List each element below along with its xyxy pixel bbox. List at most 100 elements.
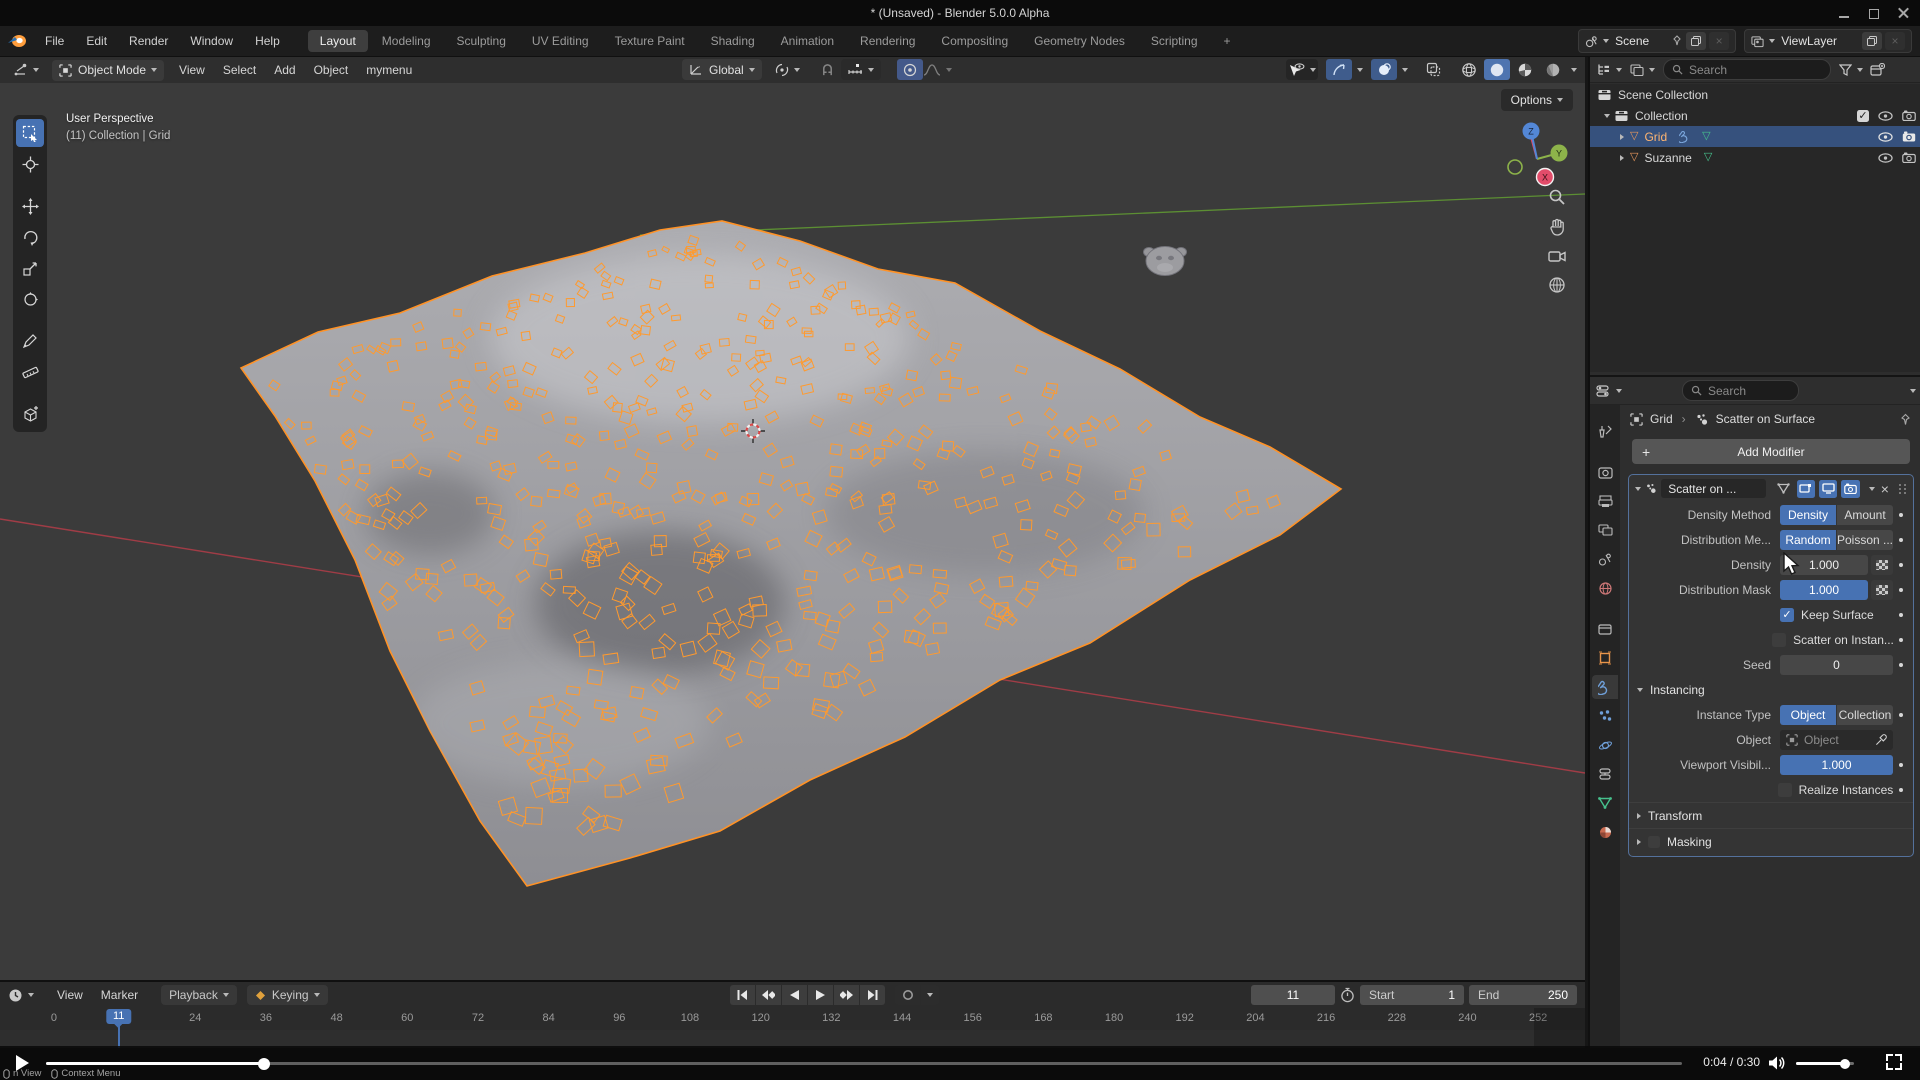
outliner-filter-dropdown[interactable] xyxy=(1839,64,1863,76)
playback-dropdown[interactable]: Playback xyxy=(161,985,237,1005)
player-play-button[interactable] xyxy=(16,1055,29,1071)
frame-end-field[interactable]: End 250 xyxy=(1469,985,1577,1005)
masking-checkbox[interactable]: ✓ xyxy=(1648,836,1660,848)
timeline-ruler[interactable]: 0243648607284961081201321441561681801922… xyxy=(0,1008,1585,1031)
timeline-menu-view[interactable]: View xyxy=(48,988,92,1002)
gizmos-toggle[interactable] xyxy=(1326,59,1352,80)
player-volume-knob[interactable] xyxy=(1840,1059,1850,1069)
menu-edit[interactable]: Edit xyxy=(75,30,118,52)
player-seek-knob[interactable] xyxy=(258,1058,270,1070)
workspace-tab-shading[interactable]: Shading xyxy=(699,30,767,52)
workspace-tab-geometry-nodes[interactable]: Geometry Nodes xyxy=(1022,30,1137,52)
player-volume-slider[interactable] xyxy=(1796,1062,1854,1065)
density-texture-button[interactable] xyxy=(1871,555,1893,575)
menu-window[interactable]: Window xyxy=(179,30,244,52)
viewport-visibility-slider[interactable]: 1.000 xyxy=(1780,755,1893,775)
workspace-tab-texture-paint[interactable]: Texture Paint xyxy=(603,30,697,52)
tab-collection[interactable] xyxy=(1592,617,1618,641)
collection-exclude-checkbox[interactable]: ✓ xyxy=(1857,110,1869,122)
menu-render[interactable]: Render xyxy=(118,30,179,52)
tool-measure[interactable] xyxy=(16,358,44,386)
breadcrumb-object[interactable]: Grid xyxy=(1650,412,1673,426)
outliner-search-input[interactable]: Search xyxy=(1663,59,1831,80)
disable-render-camera-icon[interactable] xyxy=(1902,152,1916,163)
tab-constraints[interactable] xyxy=(1592,762,1618,786)
play-button[interactable] xyxy=(808,985,833,1005)
editor-type-button[interactable] xyxy=(6,60,46,81)
play-reverse-button[interactable] xyxy=(782,985,807,1005)
menu-file[interactable]: File xyxy=(34,30,75,52)
current-frame-field[interactable]: 11 xyxy=(1251,985,1335,1005)
workspace-tab-sculpting[interactable]: Sculpting xyxy=(445,30,518,52)
auto-keying-toggle[interactable] xyxy=(895,985,920,1005)
pin-icon[interactable] xyxy=(1899,413,1912,426)
volume-icon[interactable] xyxy=(1768,1055,1786,1071)
animate-dot[interactable] xyxy=(1893,513,1909,517)
transform-section-header[interactable]: Transform xyxy=(1629,802,1913,828)
tool-cursor[interactable] xyxy=(16,150,44,178)
workspace-tab-scripting[interactable]: Scripting xyxy=(1139,30,1210,52)
animate-dot[interactable] xyxy=(1893,663,1909,667)
pivot-point-dropdown[interactable] xyxy=(768,59,807,80)
snap-toggle[interactable] xyxy=(815,59,841,80)
overlays-toggle[interactable] xyxy=(1371,59,1397,80)
instancing-section-header[interactable]: Instancing xyxy=(1629,677,1913,702)
tool-annotate[interactable] xyxy=(16,327,44,355)
maximize-button[interactable] xyxy=(1868,7,1880,19)
stopwatch-icon[interactable] xyxy=(1340,987,1355,1003)
modifier-realtime-toggle[interactable] xyxy=(1819,480,1837,498)
auto-keying-dropdown[interactable] xyxy=(921,985,939,1005)
add-modifier-button[interactable]: + Add Modifier xyxy=(1632,439,1910,464)
close-button[interactable] xyxy=(1898,7,1910,19)
tool-add-cube[interactable] xyxy=(16,400,44,428)
expand-arrow-icon[interactable] xyxy=(1620,134,1624,140)
seed-value-field[interactable]: 0 xyxy=(1780,655,1893,675)
player-seek-bar[interactable] xyxy=(46,1062,1682,1065)
add-workspace-button[interactable]: + xyxy=(1212,30,1243,52)
snap-target-dropdown[interactable] xyxy=(841,59,881,80)
outliner-display-mode-dropdown[interactable] xyxy=(1630,63,1655,77)
breadcrumb-modifier[interactable]: Scatter on Surface xyxy=(1716,412,1815,426)
selectability-dropdown[interactable] xyxy=(1286,59,1318,80)
disable-render-camera-icon[interactable] xyxy=(1902,131,1916,142)
tool-select-box[interactable] xyxy=(16,119,44,147)
collapse-arrow-icon[interactable] xyxy=(1635,487,1641,491)
option-density[interactable]: Density xyxy=(1780,505,1836,525)
workspace-tab-modeling[interactable]: Modeling xyxy=(370,30,443,52)
jump-to-end-button[interactable] xyxy=(860,985,885,1005)
jump-to-start-button[interactable] xyxy=(730,985,755,1005)
tab-object-data[interactable] xyxy=(1592,791,1618,815)
camera-view-icon[interactable] xyxy=(1548,248,1566,264)
tab-material[interactable] xyxy=(1592,820,1618,844)
animate-dot[interactable] xyxy=(1893,538,1909,542)
gizmos-dropdown[interactable] xyxy=(1352,68,1363,72)
hide-eye-icon[interactable] xyxy=(1878,132,1893,142)
pan-hand-icon[interactable] xyxy=(1548,218,1566,236)
workspace-tab-animation[interactable]: Animation xyxy=(769,30,846,52)
navigation-gizmo[interactable]: Z Y X xyxy=(1487,97,1583,193)
animate-dot[interactable] xyxy=(1893,763,1909,767)
viewport-canvas[interactable]: User Perspective (11) Collection | Grid … xyxy=(0,83,1585,980)
tab-particles[interactable] xyxy=(1592,704,1618,728)
realize-instances-checkbox[interactable]: ✓ xyxy=(1778,783,1792,797)
modifier-close-button[interactable]: × xyxy=(1881,481,1889,497)
modifier-render-toggle[interactable] xyxy=(1841,480,1859,498)
view-layer-name[interactable]: ViewLayer xyxy=(1775,34,1859,48)
view-layer-selector[interactable]: ViewLayer × xyxy=(1744,29,1912,53)
suzanne-object[interactable] xyxy=(1144,247,1187,276)
object-picker-field[interactable]: Object xyxy=(1780,730,1893,750)
tab-output[interactable] xyxy=(1592,489,1618,513)
option-poisson[interactable]: Poisson ... xyxy=(1837,530,1893,550)
tool-move[interactable] xyxy=(16,192,44,220)
minimize-button[interactable] xyxy=(1838,7,1850,19)
fullscreen-button[interactable] xyxy=(1886,1054,1902,1070)
workspace-tab-uv-editing[interactable]: UV Editing xyxy=(520,30,601,52)
hide-eye-icon[interactable] xyxy=(1878,111,1893,121)
animate-dot[interactable] xyxy=(1893,788,1909,792)
shading-material-button[interactable] xyxy=(1512,59,1538,80)
next-keyframe-button[interactable] xyxy=(834,985,859,1005)
timeline-editor-type-button[interactable] xyxy=(8,988,34,1003)
tab-object[interactable] xyxy=(1592,646,1618,670)
modifier-extras-dropdown[interactable] xyxy=(1869,487,1875,491)
animate-dot[interactable] xyxy=(1893,713,1909,717)
